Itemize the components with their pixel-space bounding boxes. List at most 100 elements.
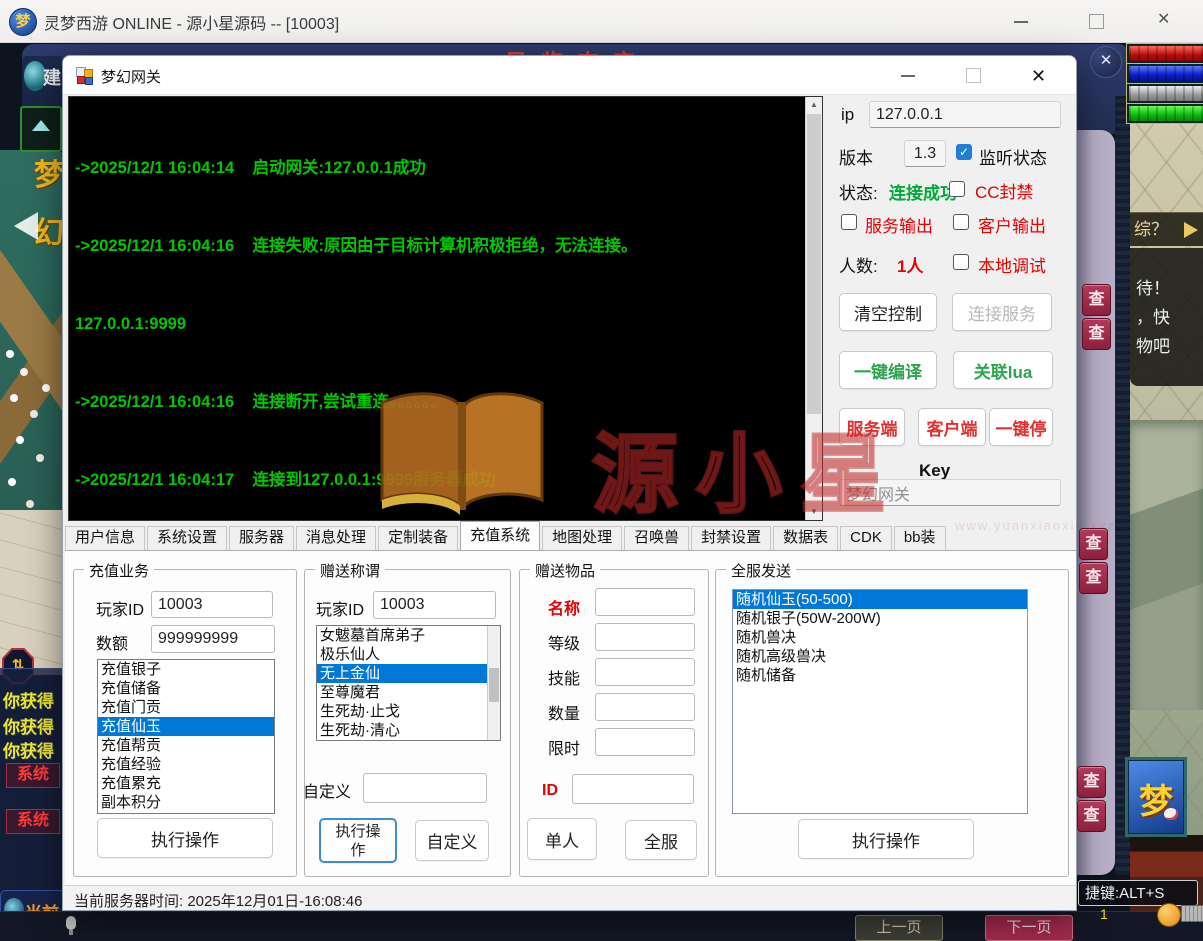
list-item-selected[interactable]: 随机仙玉(50-500) <box>733 590 1027 609</box>
server-output-checkbox[interactable] <box>841 214 857 230</box>
cha-lookup-button[interactable]: 查 <box>1077 800 1106 832</box>
tab-bb-equip[interactable]: bb装 <box>894 526 946 550</box>
gateway-maximize-button[interactable] <box>966 68 981 83</box>
list-item[interactable]: 充值累充 <box>98 774 274 793</box>
list-item[interactable]: 充值经验 <box>98 755 274 774</box>
list-item[interactable]: 生死劫·止戈 <box>317 702 500 721</box>
broadcast-listbox[interactable]: 随机仙玉(50-500) 随机银子(50W-200W) 随机兽决 随机高级兽决 … <box>732 589 1028 814</box>
system-tag: 系统 <box>6 809 60 834</box>
keyboard-icon[interactable] <box>1181 905 1203 922</box>
list-item[interactable]: 随机储备 <box>733 666 1027 685</box>
game-close-icon[interactable]: ✕ <box>1090 46 1122 78</box>
tab-ban-settings[interactable]: 封禁设置 <box>691 526 771 550</box>
compile-button[interactable]: 一键编译 <box>839 351 937 389</box>
title-gift-group-title: 赠送称谓 <box>315 560 385 581</box>
console-line: ->2025/12/1 16:04:16 连接失败:原因由于目标计算机积极拒绝，… <box>75 233 795 259</box>
list-item[interactable]: 至尊魔君 <box>317 683 500 702</box>
connect-service-button[interactable]: 连接服务 <box>952 293 1052 331</box>
ip-input[interactable] <box>869 101 1061 128</box>
link-lua-button[interactable]: 关联lua <box>953 351 1053 389</box>
tab-system-settings[interactable]: 系统设置 <box>147 526 227 550</box>
client-side-button[interactable]: 客户端 <box>918 408 986 446</box>
title-listbox[interactable]: 女魃墓首席弟子 极乐仙人 无上金仙 至尊魔君 生死劫·止戈 生死劫·清心 <box>316 625 501 741</box>
recharge-amount-input[interactable] <box>151 625 275 653</box>
recharge-execute-button[interactable]: 执行操作 <box>97 818 273 858</box>
gateway-close-button[interactable]: ✕ <box>1031 68 1046 84</box>
tab-summon[interactable]: 召唤兽 <box>624 526 689 550</box>
collapse-left-icon[interactable] <box>14 212 38 240</box>
item-level-input[interactable] <box>595 623 695 651</box>
custom-title-input[interactable] <box>363 773 487 803</box>
prev-page-button[interactable]: 上一页 <box>855 915 943 941</box>
list-item[interactable]: 副本积分 <box>98 793 274 812</box>
cha-lookup-button[interactable]: 查 <box>1079 562 1108 594</box>
list-item[interactable]: 随机银子(50W-200W) <box>733 609 1027 628</box>
tab-map[interactable]: 地图处理 <box>542 526 622 550</box>
gateway-minimize-button[interactable] <box>901 75 915 77</box>
local-debug-checkbox[interactable] <box>953 254 969 270</box>
cc-ban-checkbox[interactable] <box>949 181 965 197</box>
listen-status-checkbox[interactable]: ✓ <box>956 144 972 160</box>
scrollbar-thumb[interactable] <box>489 668 499 702</box>
outer-window-titlebar: 梦 灵梦西游 ONLINE - 源小星源码 -- [10003] ✕ <box>0 0 1203 43</box>
scrollbar-thumb[interactable] <box>807 114 821 414</box>
stop-all-button[interactable]: 一键停 <box>989 408 1053 446</box>
version-input[interactable] <box>904 140 946 167</box>
stat-bar-green <box>1127 104 1203 123</box>
scroll-up-icon[interactable]: ▲ <box>806 97 822 113</box>
list-item-selected[interactable]: 充值仙玉 <box>98 717 274 736</box>
list-item[interactable]: 充值帮贡 <box>98 736 274 755</box>
tab-user-info[interactable]: 用户信息 <box>65 526 145 550</box>
recharge-type-listbox[interactable]: 充值银子 充值储备 充值门贡 充值仙玉 充值帮贡 充值经验 充值累充 副本积分 <box>97 659 275 814</box>
list-item[interactable]: 充值储备 <box>98 679 274 698</box>
next-page-button[interactable]: 下一页 <box>985 915 1073 941</box>
game-logo-badge[interactable]: 梦 <box>1125 757 1187 837</box>
minimize-button[interactable] <box>1014 21 1028 23</box>
cc-ban-label: CC封禁 <box>975 178 1034 203</box>
gift-all-server-button[interactable]: 全服 <box>625 820 697 860</box>
recharge-player-id-input[interactable] <box>151 591 273 618</box>
maximize-button[interactable] <box>1089 14 1104 29</box>
tab-custom-equip[interactable]: 定制装备 <box>378 526 458 550</box>
item-timed-input[interactable] <box>595 728 695 756</box>
item-id-input[interactable] <box>572 774 694 804</box>
list-item[interactable]: 极乐仙人 <box>317 645 500 664</box>
tab-message[interactable]: 消息处理 <box>296 526 376 550</box>
list-item[interactable]: 女魃墓首席弟子 <box>317 626 500 645</box>
gift-single-button[interactable]: 单人 <box>527 818 597 860</box>
item-skill-input[interactable] <box>595 658 695 686</box>
winforms-app-icon <box>76 67 92 83</box>
client-output-checkbox[interactable] <box>953 214 969 230</box>
list-item-selected[interactable]: 无上金仙 <box>317 664 500 683</box>
play-icon[interactable] <box>1184 222 1198 238</box>
listbox-scrollbar[interactable] <box>487 626 500 740</box>
game-scene-flowers <box>6 350 14 358</box>
server-time-text: 当前服务器时间: 2025年12月01日-16:08:46 <box>74 890 362 911</box>
list-item[interactable]: 充值银子 <box>98 660 274 679</box>
tab-strip: 用户信息 系统设置 服务器 消息处理 定制装备 充值系统 地图处理 召唤兽 封禁… <box>65 522 1076 550</box>
tab-recharge-system[interactable]: 充值系统 <box>460 521 540 550</box>
tab-server[interactable]: 服务器 <box>229 526 294 550</box>
broadcast-execute-button[interactable]: 执行操作 <box>798 819 974 859</box>
title-player-id-input[interactable] <box>373 591 496 619</box>
item-name-input[interactable] <box>595 588 695 616</box>
list-item[interactable]: 充值门贡 <box>98 698 274 717</box>
gateway-window: 梦幻网关 ✕ ->2025/12/1 16:04:14 启动网关:127.0.0… <box>62 55 1077 911</box>
microphone-icon[interactable] <box>66 916 76 930</box>
cha-lookup-button[interactable]: 查 <box>1077 766 1106 798</box>
cha-lookup-button[interactable]: 查 <box>1082 318 1111 350</box>
list-item[interactable]: 生死劫·清心 <box>317 721 500 740</box>
tab-data-table[interactable]: 数据表 <box>773 526 838 550</box>
title-execute-button[interactable]: 执行操 作 <box>319 818 397 863</box>
list-item[interactable]: 随机高级兽决 <box>733 647 1027 666</box>
emote-icon[interactable] <box>1157 903 1181 927</box>
tab-cdk[interactable]: CDK <box>840 526 892 550</box>
cha-lookup-button[interactable]: 查 <box>1082 284 1111 316</box>
list-item[interactable]: 随机兽决 <box>733 628 1027 647</box>
expand-up-button[interactable] <box>20 106 62 152</box>
close-button[interactable]: ✕ <box>1157 12 1170 28</box>
clear-console-button[interactable]: 清空控制 <box>839 293 937 331</box>
title-custom-button[interactable]: 自定义 <box>415 820 489 861</box>
item-qty-input[interactable] <box>595 693 695 721</box>
tooltip-line: 待！ <box>1136 274 1203 303</box>
